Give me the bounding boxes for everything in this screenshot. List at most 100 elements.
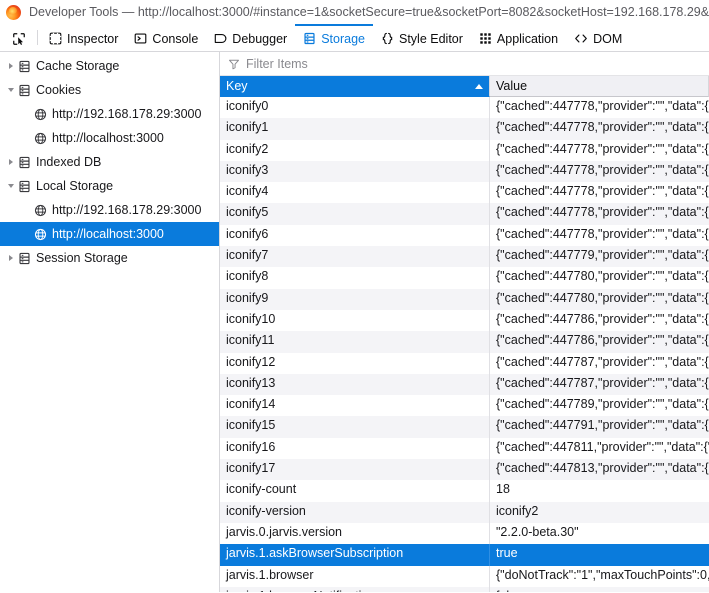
cell-value: {"cached":447778,"provider":"","data":{"… <box>496 162 709 177</box>
sidebar-item-label: Local Storage <box>36 179 114 193</box>
sidebar-item-label: Cookies <box>36 83 82 97</box>
sort-ascending-icon <box>475 83 483 89</box>
table-row[interactable]: iconify-count 18 <box>220 480 709 502</box>
cell-key: iconify-version <box>220 501 490 523</box>
cell-key: jarvis.1.askBrowserSubscription <box>220 544 490 566</box>
table-row[interactable]: jarvis.1.browser {"doNotTrack":"1","maxTo… <box>220 565 709 587</box>
chevron-down-icon[interactable] <box>4 88 18 92</box>
sidebar-item-label: http://localhost:3000 <box>52 131 164 145</box>
sidebar-item-session-storage[interactable]: Session Storage <box>0 246 219 270</box>
tab-application[interactable]: Application <box>471 24 566 51</box>
sidebar-item-label: Session Storage <box>36 251 128 265</box>
chevron-down-icon[interactable] <box>4 184 18 188</box>
cell-value: true <box>496 546 518 561</box>
globe-icon <box>34 108 47 121</box>
sidebar-item-local-storage-host-localhost[interactable]: http://localhost:3000 <box>0 222 219 246</box>
column-header-value[interactable]: Value <box>490 76 709 97</box>
devtools-toolbar: Inspector Console Debugger Storage Style… <box>0 24 709 52</box>
storage-table-panel: Key Value iconify0 {"cached":447778,"prov… <box>220 52 709 592</box>
table-row[interactable]: iconify1 {"cached":447778,"provider":"","… <box>220 118 709 140</box>
sidebar-item-cache-storage[interactable]: Cache Storage <box>0 54 219 78</box>
cell-value: {"cached":447791,"provider":"","data":{"… <box>496 418 709 433</box>
filter-icon <box>228 58 240 70</box>
cell-value: 18 <box>496 482 510 497</box>
storage-icon <box>303 32 316 45</box>
table-row[interactable]: iconify15 {"cached":447791,"provider":"",… <box>220 416 709 438</box>
table-row[interactable]: iconify8 {"cached":447780,"provider":"","… <box>220 267 709 289</box>
cell-value: {"cached":447786,"provider":"","data":{"… <box>496 311 709 326</box>
tab-style-editor-label: Style Editor <box>398 31 463 46</box>
table-row[interactable]: iconify7 {"cached":447779,"provider":"","… <box>220 246 709 268</box>
cell-key: iconify10 <box>220 309 490 332</box>
cell-value: {"cached":447778,"provider":"","data":{"… <box>496 99 709 113</box>
sidebar-item-cookies[interactable]: Cookies <box>0 78 219 102</box>
table-row[interactable]: iconify4 {"cached":447778,"provider":"","… <box>220 182 709 204</box>
table-row[interactable]: iconify17 {"cached":447813,"provider":"",… <box>220 459 709 481</box>
sidebar-item-indexed-db[interactable]: Indexed DB <box>0 150 219 174</box>
table-row[interactable]: iconify16 {"cached":447811,"provider":"",… <box>220 437 709 460</box>
tab-debugger[interactable]: Debugger <box>206 24 295 51</box>
tab-console-label: Console <box>152 31 199 46</box>
cell-key: iconify17 <box>220 459 490 481</box>
table-row[interactable]: jarvis.1.browserNotificationsfalse <box>220 586 709 592</box>
table-row[interactable]: iconify6 {"cached":447778,"provider":"","… <box>220 224 709 247</box>
table-row[interactable]: iconify3 {"cached":447778,"provider":"","… <box>220 160 709 183</box>
tab-storage[interactable]: Storage <box>295 24 373 51</box>
table-row[interactable]: iconify10 {"cached":447786,"provider":"",… <box>220 309 709 332</box>
sidebar-item-cookies-host-192-168-178-29[interactable]: http://192.168.178.29:3000 <box>0 102 219 126</box>
cell-key: iconify6 <box>220 224 490 247</box>
cell-value: {"cached":447787,"provider":"","data":{"… <box>496 375 709 390</box>
devtools-main: Cache Storage Cookies http://192.168.178… <box>0 52 709 592</box>
cell-value: {"cached":447778,"provider":"","data":{"… <box>496 205 709 220</box>
inspector-icon <box>49 32 62 45</box>
table-row[interactable]: iconify9 {"cached":447780,"provider":"","… <box>220 288 709 310</box>
console-icon <box>134 32 147 45</box>
column-header-key[interactable]: Key <box>220 76 490 97</box>
table-row[interactable]: iconify11 {"cached":447786,"provider":"",… <box>220 331 709 353</box>
table-row[interactable]: iconify-version iconify2 <box>220 501 709 523</box>
element-picker-button[interactable] <box>4 24 34 51</box>
table-row[interactable]: jarvis.0.jarvis.version "2.2.0-beta.30" <box>220 522 709 545</box>
cell-value: {"cached":447779,"provider":"","data":{"… <box>496 248 709 263</box>
tab-console[interactable]: Console <box>126 24 206 51</box>
table-row-selected[interactable]: jarvis.1.askBrowserSubscription true <box>220 544 709 566</box>
table-header-row: Key Value <box>220 76 709 97</box>
tab-inspector[interactable]: Inspector <box>41 24 126 51</box>
filter-bar <box>220 52 709 76</box>
table-row[interactable]: iconify2 {"cached":447778,"provider":"","… <box>220 139 709 161</box>
globe-icon <box>34 204 47 217</box>
table-row[interactable]: iconify12 {"cached":447787,"provider":"",… <box>220 352 709 374</box>
window-titlebar: Developer Tools — http://localhost:3000/… <box>0 0 709 24</box>
cell-value: {"cached":447789,"provider":"","data":{"… <box>496 397 709 412</box>
globe-icon <box>34 132 47 145</box>
cell-value: {"cached":447778,"provider":"","data":{"… <box>496 184 709 199</box>
sidebar-item-local-storage[interactable]: Local Storage <box>0 174 219 198</box>
sidebar-item-label: Indexed DB <box>36 155 102 169</box>
filter-input[interactable] <box>246 56 701 71</box>
cell-key: jarvis.0.jarvis.version <box>220 522 490 545</box>
tab-dom[interactable]: DOM <box>566 24 630 51</box>
cell-value: false <box>490 587 709 592</box>
chevron-right-icon[interactable] <box>4 255 18 261</box>
sidebar-item-cookies-host-localhost[interactable]: http://localhost:3000 <box>0 126 219 150</box>
cell-value: {"cached":447778,"provider":"","data":{"… <box>496 141 709 156</box>
application-icon <box>479 32 492 45</box>
tab-style-editor[interactable]: Style Editor <box>373 24 471 51</box>
sidebar-item-label: http://localhost:3000 <box>52 227 164 241</box>
storage-table-body[interactable]: iconify0 {"cached":447778,"provider":"","… <box>220 97 709 592</box>
chevron-right-icon[interactable] <box>4 159 18 165</box>
firefox-logo-icon <box>6 4 21 20</box>
cell-key: iconify5 <box>220 203 490 225</box>
cell-key: iconify3 <box>220 160 490 183</box>
cell-value: {"cached":447780,"provider":"","data":{"… <box>496 290 709 305</box>
table-row[interactable]: iconify13 {"cached":447787,"provider":"",… <box>220 373 709 396</box>
storage-drawer-icon <box>18 252 31 265</box>
table-row[interactable]: iconify14 {"cached":447789,"provider":"",… <box>220 395 709 417</box>
table-row[interactable]: iconify0 {"cached":447778,"provider":"","… <box>220 97 709 119</box>
cell-key: iconify14 <box>220 395 490 417</box>
sidebar-item-local-storage-host-192-168-178-29[interactable]: http://192.168.178.29:3000 <box>0 198 219 222</box>
chevron-right-icon[interactable] <box>4 63 18 69</box>
table-row[interactable]: iconify5 {"cached":447778,"provider":"","… <box>220 203 709 225</box>
cell-key: iconify1 <box>220 118 490 140</box>
cell-key: iconify8 <box>220 267 490 289</box>
